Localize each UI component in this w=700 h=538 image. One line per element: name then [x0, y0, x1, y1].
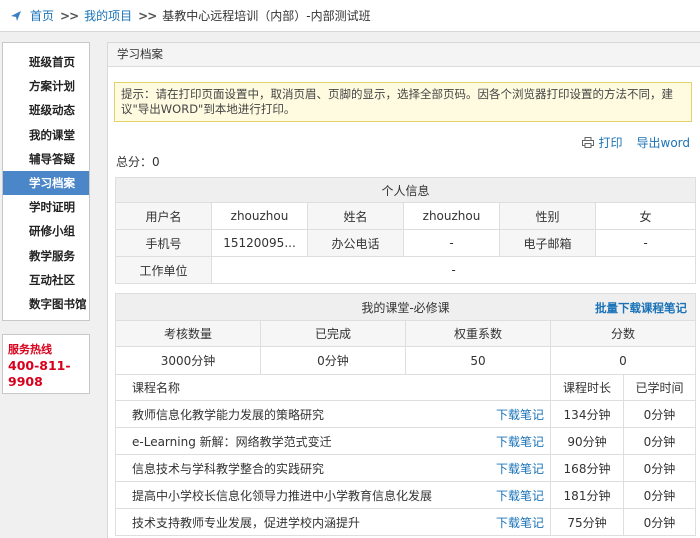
print-label: 打印 [598, 135, 623, 150]
course-duration: 168分钟 [550, 454, 624, 482]
course-name: 信息技术与学科教学整合的实践研究 [115, 454, 406, 482]
username-value: zhouzhou [211, 202, 308, 230]
sidebar-item-digital-library[interactable]: 数字图书馆 [3, 292, 89, 316]
sidebar-item-tutoring[interactable]: 辅导答疑 [3, 147, 89, 171]
breadcrumb-current: 基教中心远程培训（内部）-内部测试班 [162, 9, 371, 23]
phone-label: 手机号 [115, 229, 212, 257]
sidebar-item-class-news[interactable]: 班级动态 [3, 98, 89, 122]
download-notes-link[interactable]: 下载笔记 [405, 454, 551, 482]
export-word-label: 导出word [636, 135, 691, 150]
course-studied: 0分钟 [623, 454, 696, 482]
summary-header-completed: 已完成 [260, 320, 406, 347]
sidebar-item-class-home[interactable]: 班级首页 [3, 50, 89, 74]
summary-header-assessment: 考核数量 [115, 320, 261, 347]
hotline-number-line2: 9908 [8, 374, 43, 389]
service-hotline: 服务热线 400-811- 9908 [2, 334, 90, 394]
course-studied: 0分钟 [623, 481, 696, 509]
export-word-button[interactable]: 导出word [637, 134, 691, 150]
table-row: 提高中小学校长信息化领导力推进中小学教育信息化发展 下载笔记 181分钟 0分钟 [115, 481, 696, 509]
required-courses-table: 我的课堂-必修课 批量下载课程笔记 考核数量 已完成 权重系数 分数 3000分… [115, 293, 696, 536]
breadcrumb-home-link[interactable]: 首页 [30, 7, 54, 24]
breadcrumb: 首页 >> 我的项目 >> 基教中心远程培训（内部）-内部测试班 [0, 0, 700, 32]
sidebar-item-learning-record[interactable]: 学习档案 [3, 170, 89, 196]
page-title: 学习档案 [108, 43, 700, 67]
course-name-header: 课程名称 [115, 374, 551, 401]
username-label: 用户名 [115, 202, 212, 230]
course-duration-header: 课程时长 [550, 374, 624, 401]
phone-value: 15120095... [211, 229, 308, 257]
course-studied: 0分钟 [623, 427, 696, 455]
batch-download-notes-link[interactable]: 批量下载课程笔记 [595, 300, 687, 316]
action-bar: 打印 导出word [108, 134, 700, 150]
course-name: 提高中小学校长信息化领导力推进中小学教育信息化发展 [115, 481, 432, 509]
name-label: 姓名 [307, 202, 404, 230]
gender-value: 女 [594, 202, 697, 230]
personal-info-title: 个人信息 [114, 177, 697, 203]
work-unit-value: - [210, 256, 697, 284]
hotline-label: 服务热线 [8, 343, 52, 356]
sidebar-item-hours-certificate[interactable]: 学时证明 [3, 195, 89, 219]
summary-header-weight: 权重系数 [405, 320, 551, 347]
sidebar: 班级首页 方案计划 班级动态 我的课堂 辅导答疑 学习档案 学时证明 研修小组 … [2, 42, 90, 321]
sidebar-item-plan[interactable]: 方案计划 [3, 74, 89, 98]
email-value: - [594, 229, 697, 257]
course-duration: 134分钟 [550, 400, 624, 428]
table-row: 信息技术与学科教学整合的实践研究 下载笔记 168分钟 0分钟 [115, 454, 696, 482]
office-phone-value: - [403, 229, 500, 257]
navigation-arrow-icon [11, 10, 21, 21]
breadcrumb-project-link[interactable]: 我的项目 [84, 7, 132, 24]
course-name: 技术支持教师专业发展，促进学校内涵提升 [115, 508, 406, 536]
table-row: e-Learning 新解：网络教学范式变迁 下载笔记 90分钟 0分钟 [115, 427, 696, 455]
course-name: e-Learning 新解：网络教学范式变迁 [115, 427, 406, 455]
name-value: zhouzhou [403, 202, 500, 230]
breadcrumb-separator: >> [138, 8, 157, 23]
printer-icon [582, 136, 595, 148]
work-unit-label: 工作单位 [115, 256, 212, 284]
course-studied: 0分钟 [623, 400, 696, 428]
table-row: 教师信息化教学能力发展的策略研究 下载笔记 134分钟 0分钟 [115, 400, 696, 428]
summary-header-score: 分数 [550, 320, 696, 347]
course-studied-header: 已学时间 [623, 374, 696, 401]
courses-title: 我的课堂-必修课 [361, 300, 450, 315]
office-phone-label: 办公电话 [307, 229, 404, 257]
summary-value-weight: 50 [405, 346, 551, 375]
main-panel: 学习档案 提示：请在打印页面设置中，取消页眉、页脚的显示，选择全部页码。因各个浏… [107, 42, 700, 538]
course-duration: 181分钟 [550, 481, 624, 509]
sidebar-item-study-group[interactable]: 研修小组 [3, 219, 89, 243]
sidebar-item-community[interactable]: 互动社区 [3, 268, 89, 292]
course-duration: 90分钟 [550, 427, 624, 455]
total-score: 总分：0 [116, 155, 160, 169]
print-notice: 提示：请在打印页面设置中，取消页眉、页脚的显示，选择全部页码。因各个浏览器打印设… [114, 82, 692, 122]
hotline-number-line1: 400-811- [8, 358, 71, 373]
print-button[interactable]: 打印 [582, 134, 623, 150]
download-notes-link[interactable]: 下载笔记 [405, 508, 551, 536]
sidebar-item-my-classroom[interactable]: 我的课堂 [3, 123, 89, 147]
gender-label: 性别 [499, 202, 596, 230]
personal-info-table: 个人信息 用户名 zhouzhou 姓名 zhouzhou 性别 女 手机号 1… [114, 177, 697, 284]
download-notes-link[interactable]: 下载笔记 [405, 400, 551, 428]
summary-value-assessment: 3000分钟 [115, 346, 261, 375]
course-name: 教师信息化教学能力发展的策略研究 [115, 400, 406, 428]
table-row: 技术支持教师专业发展，促进学校内涵提升 下载笔记 75分钟 0分钟 [115, 508, 696, 536]
download-notes-link[interactable]: 下载笔记 [405, 427, 551, 455]
breadcrumb-separator: >> [60, 8, 79, 23]
summary-value-completed: 0分钟 [260, 346, 406, 375]
summary-value-score: 0 [550, 346, 696, 375]
email-label: 电子邮箱 [499, 229, 596, 257]
sidebar-item-teaching-service[interactable]: 教学服务 [3, 244, 89, 268]
course-duration: 75分钟 [550, 508, 624, 536]
course-studied: 0分钟 [623, 508, 696, 536]
